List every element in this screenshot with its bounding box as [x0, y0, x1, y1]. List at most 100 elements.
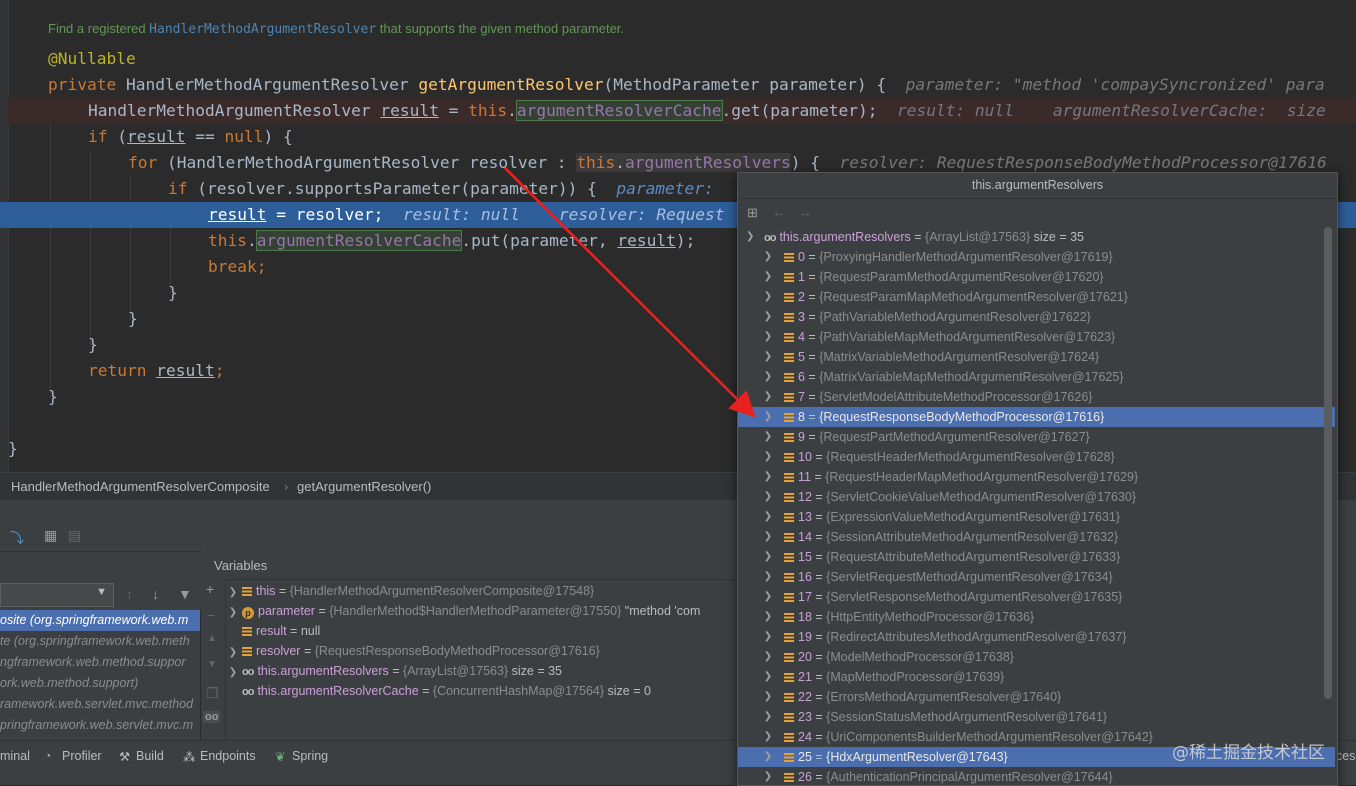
breadcrumb-method[interactable]: getArgumentResolver(): [297, 479, 431, 494]
expand-icon[interactable]: ❯: [761, 467, 775, 487]
popup-list-item[interactable]: ❯ 0 = {ProxyingHandlerMethodArgumentResol…: [738, 247, 1335, 267]
watches-toggle-icon[interactable]: oo: [203, 711, 221, 723]
variable-row[interactable]: ❯ resolver = {RequestResponseBodyMethodPr…: [226, 641, 600, 661]
code-line-break[interactable]: break;: [208, 254, 266, 280]
code-line-result-cache[interactable]: HandlerMethodArgumentResolver result = t…: [88, 98, 1326, 124]
popup-list-item[interactable]: ❯ 18 = {HttpEntityMethodProcessor@17636}: [738, 607, 1335, 627]
expand-icon[interactable]: ❯: [761, 287, 775, 307]
table-view-icon[interactable]: ▦: [44, 527, 57, 544]
expand-icon[interactable]: ❯: [226, 603, 240, 623]
popup-list-item[interactable]: ❯ 5 = {MatrixVariableMethodArgumentResolv…: [738, 347, 1335, 367]
frame-item[interactable]: ramework.web.servlet.mvc.method: [0, 694, 200, 715]
expand-icon[interactable]: ❯: [226, 663, 240, 683]
expand-icon[interactable]: ❯: [226, 643, 240, 663]
popup-list-item[interactable]: ❯ 6 = {MatrixVariableMapMethodArgumentRes…: [738, 367, 1335, 387]
popup-list-item[interactable]: ❯ 8 = {RequestResponseBodyMethodProcessor…: [738, 407, 1335, 427]
build-tab[interactable]: Build: [136, 749, 164, 763]
code-line-if-null[interactable]: if (result == null) {: [88, 124, 293, 150]
step-into-icon[interactable]: ⤵: [10, 528, 24, 548]
expand-icon[interactable]: ❯: [761, 667, 775, 687]
arrow-down-icon[interactable]: ↓: [152, 586, 159, 602]
add-watch-icon[interactable]: +: [206, 581, 214, 597]
popup-list-item[interactable]: ❯ 9 = {RequestPartMethodArgumentResolver@…: [738, 427, 1335, 447]
frame-item[interactable]: ork.web.method.support): [0, 673, 200, 694]
expand-icon[interactable]: ❯: [761, 487, 775, 507]
move-down-icon[interactable]: ▼: [207, 659, 217, 670]
copy-icon[interactable]: ❐: [206, 685, 219, 702]
expand-icon[interactable]: ❯: [761, 347, 775, 367]
popup-list-item[interactable]: ❯ 7 = {ServletModelAttributeMethodProcess…: [738, 387, 1335, 407]
popup-list-item[interactable]: ❯ 26 = {AuthenticationPrincipalArgumentRe…: [738, 767, 1335, 785]
expand-icon[interactable]: ❯: [761, 727, 775, 747]
variable-row[interactable]: ❯ p parameter = {HandlerMethod$HandlerMeth…: [226, 601, 700, 621]
variable-row[interactable]: oo this.argumentResolverCache = {Concurre…: [226, 681, 651, 701]
frame-item[interactable]: ngframework.web.method.suppor: [0, 652, 200, 673]
popup-list-item[interactable]: ❯ 16 = {ServletRequestMethodArgumentResol…: [738, 567, 1335, 587]
arrow-up-icon[interactable]: ↑: [126, 586, 133, 602]
code-line-return[interactable]: return result;: [88, 358, 224, 384]
expand-icon[interactable]: ❯: [761, 447, 775, 467]
code-line-cache-put[interactable]: this.argumentResolverCache.put(parameter…: [208, 228, 695, 254]
editor-gutter[interactable]: [0, 0, 9, 472]
popup-list-item[interactable]: ❯ 14 = {SessionAttributeMethodArgumentRes…: [738, 527, 1335, 547]
popup-list-item[interactable]: ❯ 12 = {ServletCookieValueMethodArgumentR…: [738, 487, 1335, 507]
expand-icon[interactable]: ❯: [761, 307, 775, 327]
expand-icon[interactable]: ❯: [761, 767, 775, 785]
expand-icon[interactable]: ❯: [761, 587, 775, 607]
expand-icon[interactable]: ❯: [761, 747, 775, 767]
expand-icon[interactable]: ❯: [761, 707, 775, 727]
popup-list-item[interactable]: ❯ 13 = {ExpressionValueMethodArgumentReso…: [738, 507, 1335, 527]
code-line-brace[interactable]: }: [88, 332, 98, 358]
forward-arrow-icon[interactable]: →: [798, 204, 812, 220]
expand-icon[interactable]: ❯: [761, 387, 775, 407]
expand-icon[interactable]: ❯: [761, 627, 775, 647]
back-arrow-icon[interactable]: ←: [772, 204, 786, 220]
expand-icon[interactable]: ❯: [226, 583, 240, 603]
popup-list-item[interactable]: ❯ 1 = {RequestParamMethodArgumentResolver…: [738, 267, 1335, 287]
popup-list-item[interactable]: ❯ 19 = {RedirectAttributesMethodArgumentR…: [738, 627, 1335, 647]
collapse-icon[interactable]: ❯: [746, 227, 754, 247]
expand-icon[interactable]: ❯: [761, 247, 775, 267]
popup-list-item[interactable]: ❯ 15 = {RequestAttributeMethodArgumentRes…: [738, 547, 1335, 567]
expand-icon[interactable]: ❯: [761, 367, 775, 387]
remove-watch-icon[interactable]: −: [207, 607, 215, 623]
expand-icon[interactable]: ❯: [761, 527, 775, 547]
expand-icon[interactable]: ❯: [761, 407, 775, 427]
frame-item[interactable]: te (org.springframework.web.meth: [0, 631, 200, 652]
popup-list-item[interactable]: ❯ 17 = {ServletResponseMethodArgumentReso…: [738, 587, 1335, 607]
expand-icon[interactable]: ❯: [761, 567, 775, 587]
expand-icon[interactable]: ❯: [761, 507, 775, 527]
expand-icon[interactable]: ❯: [761, 607, 775, 627]
code-line-supports-parameter[interactable]: if (resolver.supportsParameter(parameter…: [168, 176, 724, 202]
popup-list-item[interactable]: ❯ 20 = {ModelMethodProcessor@17638}: [738, 647, 1335, 667]
variable-row[interactable]: ❯ this = {HandlerMethodArgumentResolverCo…: [226, 581, 594, 601]
terminal-tab[interactable]: minal: [0, 749, 30, 763]
popup-list-item[interactable]: ❯ 2 = {RequestParamMapMethodArgumentResol…: [738, 287, 1335, 307]
breadcrumb-class[interactable]: HandlerMethodArgumentResolverComposite: [11, 479, 270, 494]
profiler-tab[interactable]: Profiler: [62, 749, 102, 763]
popup-scrollbar[interactable]: [1324, 227, 1332, 699]
filter-icon[interactable]: ▼: [178, 586, 192, 602]
code-line-brace[interactable]: }: [128, 306, 138, 332]
popup-list-item[interactable]: ❯ 4 = {PathVariableMapMethodArgumentResol…: [738, 327, 1335, 347]
expand-icon[interactable]: ❯: [761, 327, 775, 347]
popup-list-item[interactable]: ❯ 22 = {ErrorsMethodArgumentResolver@1764…: [738, 687, 1335, 707]
variable-row[interactable]: ❯ oo this.argumentResolvers = {ArrayList@1…: [226, 661, 562, 681]
popup-list-item[interactable]: ❯ 23 = {SessionStatusMethodArgumentResolv…: [738, 707, 1335, 727]
services-tab[interactable]: ces: [1336, 749, 1355, 763]
expand-icon[interactable]: ❯: [761, 647, 775, 667]
code-line-brace[interactable]: }: [48, 384, 58, 410]
move-up-icon[interactable]: ▲: [207, 633, 217, 644]
frame-item[interactable]: osite (org.springframework.web.m: [0, 610, 200, 631]
popup-list-item[interactable]: ❯ 10 = {RequestHeaderMethodArgumentResolv…: [738, 447, 1335, 467]
code-line-brace[interactable]: }: [168, 280, 178, 306]
thread-selector[interactable]: ▼: [0, 583, 114, 607]
endpoints-tab[interactable]: Endpoints: [200, 749, 256, 763]
structure-icon[interactable]: ⊞: [747, 205, 758, 221]
frame-item[interactable]: pringframework.web.servlet.mvc.m: [0, 715, 200, 736]
popup-list-item[interactable]: ❯ 11 = {RequestHeaderMapMethodArgumentRes…: [738, 467, 1335, 487]
popup-root-row[interactable]: ❯ oo this.argumentResolvers = {ArrayList@…: [738, 227, 1335, 247]
popup-list-item[interactable]: ❯ 3 = {PathVariableMethodArgumentResolver…: [738, 307, 1335, 327]
code-line-annotation[interactable]: @Nullable: [48, 46, 136, 72]
code-line-method-signature[interactable]: private HandlerMethodArgumentResolver ge…: [48, 72, 1325, 98]
